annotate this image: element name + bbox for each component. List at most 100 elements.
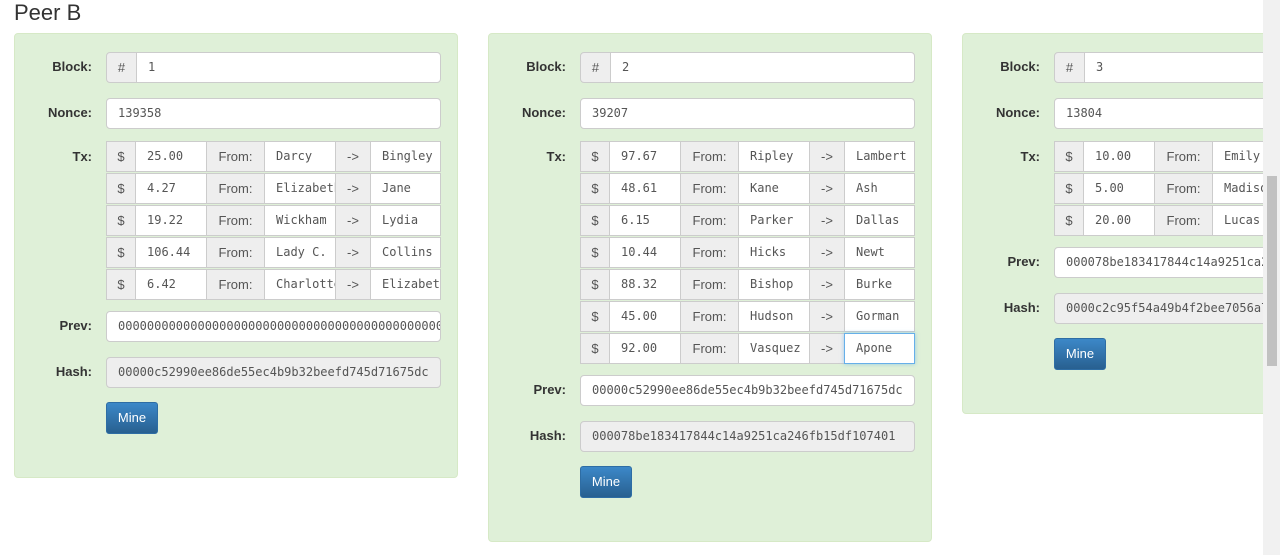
tx-to-input[interactable]: Apone [844, 333, 915, 364]
tx-amount-input[interactable]: 20.00 [1083, 205, 1155, 236]
hash-output: 00000c52990ee86de55ec4b9b32beefd745d7167… [106, 357, 441, 388]
tx-to-input[interactable]: Collins [370, 237, 441, 268]
tx-from-input[interactable]: Ripley [738, 141, 810, 172]
arrow-label: -> [335, 237, 371, 268]
from-label: From: [680, 333, 739, 364]
arrow-label: -> [335, 173, 371, 204]
from-label: From: [680, 173, 739, 204]
block-label: Block: [1000, 59, 1040, 74]
from-label: From: [680, 269, 739, 300]
tx-from-input[interactable]: Hudson [738, 301, 810, 332]
tx-from-input[interactable]: Madison [1212, 173, 1263, 204]
tx-from-input[interactable]: Charlotte [264, 269, 336, 300]
dollar-sign: $ [106, 269, 136, 300]
from-label: From: [206, 141, 265, 172]
tx-to-input[interactable]: Newt [844, 237, 915, 268]
block-number-input[interactable]: 1 [136, 52, 441, 83]
from-label: From: [680, 205, 739, 236]
block-number-input[interactable]: 3 [1084, 52, 1263, 83]
blockchain: Block: #1 Nonce: 139358 Tx: $25.00 From: Darcy -… [0, 0, 1263, 555]
hash-output: 000078be183417844c14a9251ca246fb15df1074… [580, 421, 915, 452]
arrow-label: -> [809, 205, 845, 236]
tx-amount-input[interactable]: 19.22 [135, 205, 207, 236]
tx-amount-input[interactable]: 4.27 [135, 173, 207, 204]
from-label: From: [680, 141, 739, 172]
prev-hash-input[interactable]: 0000000000000000000000000000000000000000… [106, 311, 441, 342]
tx-from-input[interactable]: Hicks [738, 237, 810, 268]
tx-to-input[interactable]: Lambert [844, 141, 915, 172]
dollar-sign: $ [580, 173, 610, 204]
prev-label: Prev: [59, 318, 92, 333]
tx-amount-input[interactable]: 48.61 [609, 173, 681, 204]
nonce-input[interactable]: 39207 [580, 98, 915, 129]
tx-to-input[interactable]: Ash [844, 173, 915, 204]
tx-amount-input[interactable]: 106.44 [135, 237, 207, 268]
tx-to-input[interactable]: Dallas [844, 205, 915, 236]
from-label: From: [206, 269, 265, 300]
tx-amount-input[interactable]: 92.00 [609, 333, 681, 364]
tx-from-input[interactable]: Kane [738, 173, 810, 204]
block-card-3: Block:#3Nonce:13804Tx:$10.00From:Emily->… [962, 33, 1263, 414]
vertical-scrollbar[interactable] [1263, 0, 1280, 555]
tx-amount-input[interactable]: 45.00 [609, 301, 681, 332]
tx-amount-input[interactable]: 25.00 [135, 141, 207, 172]
from-label: From: [206, 237, 265, 268]
tx-to-input[interactable]: Jane [370, 173, 441, 204]
nonce-input[interactable]: 139358 [106, 98, 441, 129]
arrow-label: -> [809, 173, 845, 204]
dollar-sign: $ [106, 237, 136, 268]
block-card-1: Block: #1 Nonce: 139358 Tx: $25.00 From: Darcy -… [14, 33, 458, 478]
tx-from-input[interactable]: Darcy [264, 141, 336, 172]
dollar-sign: $ [106, 205, 136, 236]
dollar-sign: $ [1054, 173, 1084, 204]
dollar-sign: $ [106, 173, 136, 204]
tx-from-input[interactable]: Bishop [738, 269, 810, 300]
tx-to-input[interactable]: Burke [844, 269, 915, 300]
hash-label: Hash: [529, 428, 566, 443]
tx-label: Tx: [72, 149, 93, 164]
tx-amount-input[interactable]: 97.67 [609, 141, 681, 172]
arrow-label: -> [809, 269, 845, 300]
arrow-label: -> [809, 301, 845, 332]
tx-from-input[interactable]: Elizabeth [264, 173, 336, 204]
mine-button[interactable]: Mine [580, 466, 632, 498]
dollar-sign: $ [1054, 141, 1084, 172]
tx-label: Tx: [1020, 149, 1041, 164]
tx-from-input[interactable]: Parker [738, 205, 810, 236]
tx-amount-input[interactable]: 6.15 [609, 205, 681, 236]
block-label: Block: [526, 59, 566, 74]
tx-amount-input[interactable]: 5.00 [1083, 173, 1155, 204]
tx-from-input[interactable]: Vasquez [738, 333, 810, 364]
block-label: Block: [52, 59, 92, 74]
dollar-sign: $ [580, 141, 610, 172]
tx-to-input[interactable]: Elizabeth [370, 269, 441, 300]
from-label: From: [1154, 141, 1213, 172]
tx-to-input[interactable]: Bingley [370, 141, 441, 172]
prev-hash-input[interactable]: 000078be183417844c14a9251ca2 [1054, 247, 1263, 278]
block-number-prefix: # [1054, 52, 1085, 83]
tx-from-input[interactable]: Lucas [1212, 205, 1263, 236]
mine-button[interactable]: Mine [106, 402, 158, 434]
tx-to-input[interactable]: Lydia [370, 205, 441, 236]
dollar-sign: $ [580, 205, 610, 236]
scrollbar-thumb[interactable] [1267, 176, 1277, 366]
tx-amount-input[interactable]: 10.00 [1083, 141, 1155, 172]
nonce-input[interactable]: 13804 [1054, 98, 1263, 129]
tx-from-input[interactable]: Emily [1212, 141, 1263, 172]
block-number-prefix: # [106, 52, 137, 83]
prev-hash-input[interactable]: 00000c52990ee86de55ec4b9b32beefd745d7167… [580, 375, 915, 406]
mine-button[interactable]: Mine [1054, 338, 1106, 370]
from-label: From: [1154, 205, 1213, 236]
tx-amount-input[interactable]: 6.42 [135, 269, 207, 300]
from-label: From: [206, 173, 265, 204]
dollar-sign: $ [580, 333, 610, 364]
tx-from-input[interactable]: Lady C. [264, 237, 336, 268]
dollar-sign: $ [580, 237, 610, 268]
nonce-label: Nonce: [47, 105, 92, 120]
tx-amount-input[interactable]: 88.32 [609, 269, 681, 300]
tx-from-input[interactable]: Wickham [264, 205, 336, 236]
hash-label: Hash: [1003, 300, 1040, 315]
tx-amount-input[interactable]: 10.44 [609, 237, 681, 268]
tx-to-input[interactable]: Gorman [844, 301, 915, 332]
block-number-input[interactable]: 2 [610, 52, 915, 83]
